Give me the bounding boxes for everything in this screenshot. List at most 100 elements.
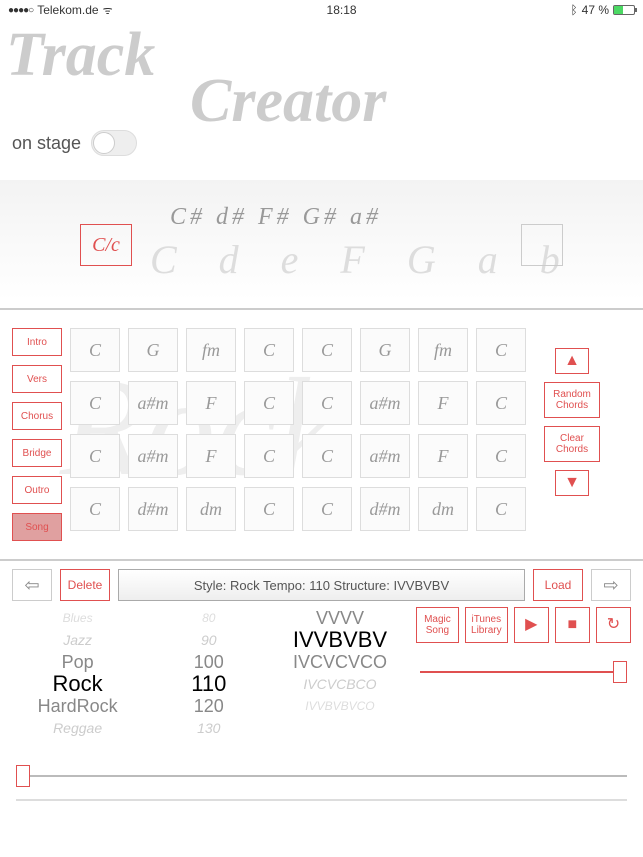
picker-item[interactable]: 90	[201, 629, 217, 651]
key-empty-box[interactable]	[521, 224, 563, 266]
picker-item[interactable]: IVVBVBVCO	[305, 695, 374, 717]
section-button-intro[interactable]: Intro	[12, 328, 62, 356]
picker-item[interactable]: VVVV	[316, 607, 364, 629]
chord-cell[interactable]: a#m	[360, 381, 410, 425]
load-button[interactable]: Load	[533, 569, 583, 601]
title-word-2: Creator	[190, 70, 386, 132]
chords-down-button[interactable]: ▼	[555, 470, 589, 496]
picker-item[interactable]: 80	[202, 607, 215, 629]
chord-cell[interactable]: a#m	[360, 434, 410, 478]
current-key-button[interactable]: C/c	[80, 224, 132, 266]
chord-cell[interactable]: F	[418, 381, 468, 425]
section-button-outro[interactable]: Outro	[12, 476, 62, 504]
delete-button[interactable]: Delete	[60, 569, 110, 601]
title-area: Track Creator on stage	[0, 20, 643, 150]
play-button[interactable]: ▶	[514, 607, 549, 643]
picker-item[interactable]: Blues	[63, 607, 93, 629]
triangle-up-icon: ▲	[564, 352, 580, 370]
battery-label: 47 %	[582, 3, 609, 17]
info-bar: ⇦ Delete Style: Rock Tempo: 110 Structur…	[0, 569, 643, 601]
picker-item[interactable]: Rock	[53, 673, 103, 695]
clear-chords-button[interactable]: Clear Chords	[544, 426, 600, 462]
song-info-display: Style: Rock Tempo: 110 Structure: IVVBVB…	[118, 569, 525, 601]
repeat-icon: ↻	[607, 616, 620, 634]
itunes-library-button[interactable]: iTunes Library	[465, 607, 508, 643]
bluetooth-icon: ᛒ	[570, 3, 577, 17]
picker-item[interactable]: Reggae	[53, 717, 102, 737]
chord-cell[interactable]: G	[360, 328, 410, 372]
title-word-1: Track	[6, 24, 155, 86]
chord-cell[interactable]: C	[70, 434, 120, 478]
section-button-bridge[interactable]: Bridge	[12, 439, 62, 467]
carrier-label: Telekom.de	[37, 3, 98, 17]
chord-cell[interactable]: d#m	[360, 487, 410, 531]
bottom-slider-area	[0, 737, 643, 831]
picker-item[interactable]: IVCVCVCO	[293, 651, 387, 673]
status-bar: ●●●●○ Telekom.de ᯤ 18:18 ᛒ 47 %	[0, 0, 643, 20]
chord-cell[interactable]: C	[70, 381, 120, 425]
battery-icon	[613, 5, 635, 15]
chords-up-button[interactable]: ▲	[555, 348, 589, 374]
chord-cell[interactable]: C	[302, 434, 352, 478]
picker-item[interactable]: Jazz	[63, 629, 92, 651]
picker-item[interactable]: 130	[197, 717, 220, 737]
wifi-icon: ᯤ	[103, 3, 113, 18]
progress-slider-1[interactable]	[16, 775, 627, 777]
picker-item[interactable]: IVVBVBV	[293, 629, 387, 651]
play-icon: ▶	[525, 616, 537, 634]
stop-button[interactable]: ■	[555, 607, 590, 643]
chord-cell[interactable]: C	[244, 434, 294, 478]
chord-cell[interactable]: C	[302, 487, 352, 531]
transport-controls: Magic Song iTunes Library ▶ ■ ↻	[416, 607, 631, 737]
picker-area[interactable]: BluesJazzPopRockHardRockReggaeTechno 809…	[12, 607, 406, 737]
picker-item[interactable]: HardRock	[38, 695, 118, 717]
picker-item[interactable]: 100	[194, 651, 224, 673]
natural-keys[interactable]: C d e F G a b	[150, 236, 576, 283]
next-song-button[interactable]: ⇨	[591, 569, 631, 601]
section-button-vers[interactable]: Vers	[12, 365, 62, 393]
chord-cell[interactable]: C	[244, 328, 294, 372]
picker-item[interactable]: IVCVCBCO	[303, 673, 376, 695]
arrow-left-icon: ⇦	[24, 575, 39, 596]
repeat-button[interactable]: ↻	[596, 607, 631, 643]
chord-cell[interactable]: C	[476, 487, 526, 531]
progress-slider-2[interactable]	[16, 799, 627, 801]
chord-cell[interactable]: fm	[418, 328, 468, 372]
magic-song-button[interactable]: Magic Song	[416, 607, 459, 643]
chord-cell[interactable]: a#m	[128, 381, 178, 425]
chord-cell[interactable]: a#m	[128, 434, 178, 478]
chord-cell[interactable]: C	[244, 381, 294, 425]
stop-icon: ■	[568, 616, 578, 634]
chord-cell[interactable]: dm	[418, 487, 468, 531]
chord-cell[interactable]: C	[70, 487, 120, 531]
chord-cell[interactable]: dm	[186, 487, 236, 531]
chord-cell[interactable]: G	[128, 328, 178, 372]
on-stage-switch[interactable]	[91, 130, 137, 156]
chord-cell[interactable]: C	[70, 328, 120, 372]
picker-item[interactable]: 110	[191, 673, 226, 695]
chord-cell[interactable]: F	[186, 434, 236, 478]
random-chords-button[interactable]: Random Chords	[544, 382, 600, 418]
chord-cell[interactable]: C	[476, 434, 526, 478]
chord-cell[interactable]: C	[476, 381, 526, 425]
volume-slider[interactable]	[420, 671, 627, 673]
chord-cell[interactable]: C	[302, 381, 352, 425]
picker-item[interactable]: 120	[194, 695, 224, 717]
chord-cell[interactable]: C	[302, 328, 352, 372]
key-selector-area: C/c C# d# F# G# a# C d e F G a b	[0, 180, 643, 300]
picker-item[interactable]: Pop	[62, 651, 94, 673]
chord-cell[interactable]: F	[186, 381, 236, 425]
chord-grid-area: Rock IntroVersChorusBridgeOutroSong CGfm…	[0, 318, 643, 551]
triangle-down-icon: ▼	[564, 474, 580, 492]
chord-cell[interactable]: d#m	[128, 487, 178, 531]
chord-cell[interactable]: fm	[186, 328, 236, 372]
section-button-song[interactable]: Song	[12, 513, 62, 541]
signal-dots-icon: ●●●●○	[8, 5, 33, 16]
accidental-keys[interactable]: C# d# F# G# a#	[170, 204, 382, 231]
chord-cell[interactable]: C	[244, 487, 294, 531]
section-button-chorus[interactable]: Chorus	[12, 402, 62, 430]
prev-song-button[interactable]: ⇦	[12, 569, 52, 601]
chord-cell[interactable]: F	[418, 434, 468, 478]
chord-cell[interactable]: C	[476, 328, 526, 372]
arrow-right-icon: ⇨	[603, 575, 618, 596]
